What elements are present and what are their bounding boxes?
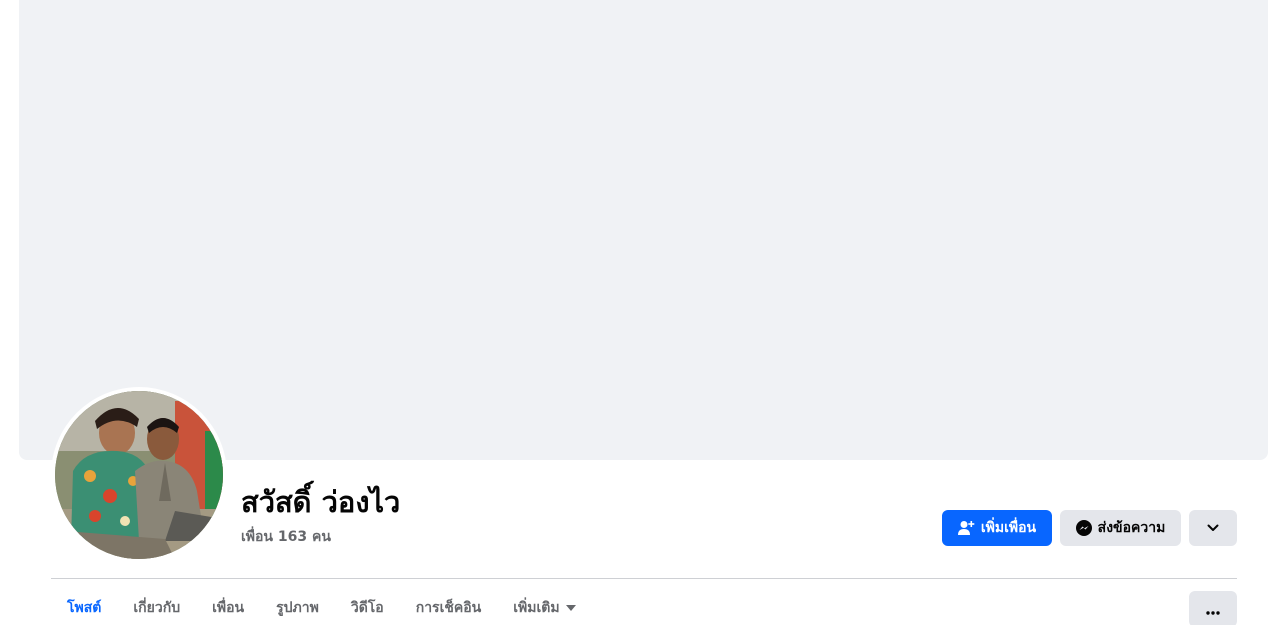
tab-videos[interactable]: วิดีโอ (335, 590, 400, 625)
header-divider (51, 578, 1237, 579)
tab-label: การเช็คอิน (415, 600, 482, 616)
tab-about[interactable]: เกี่ยวกับ (117, 590, 196, 625)
tab-label: รูปภาพ (276, 600, 319, 616)
cover-photo[interactable] (19, 0, 1268, 460)
ellipsis-icon (1206, 600, 1220, 619)
tab-label: เพื่อน (212, 600, 245, 616)
tab-checkins[interactable]: การเช็คอิน (400, 590, 498, 625)
add-friend-icon (957, 520, 975, 536)
profile-picture[interactable] (55, 391, 223, 559)
send-message-button[interactable]: ส่งข้อความ (1060, 510, 1181, 546)
profile-photo-image (55, 391, 223, 559)
tab-label: เพิ่มเติม (513, 600, 560, 616)
tab-photos[interactable]: รูปภาพ (260, 590, 335, 625)
tab-friends[interactable]: เพื่อน (196, 590, 260, 625)
messenger-icon (1075, 520, 1092, 536)
profile-page: สวัสดิ์ ว่องไว เพื่อน 163 คน เพิ่มเพื่อน… (0, 0, 1271, 625)
friends-count-link[interactable]: เพื่อน 163 คน (241, 527, 331, 547)
add-friend-label: เพิ่มเพื่อน (980, 520, 1037, 536)
profile-tabs: โพสต์ เกี่ยวกับ เพื่อน รูปภาพ วิดีโอ การ… (51, 590, 592, 625)
caret-down-icon (565, 605, 576, 611)
tabs-overflow-button[interactable] (1189, 591, 1237, 625)
tab-label: เกี่ยวกับ (133, 600, 181, 616)
profile-name: สวัสดิ์ ว่องไว (241, 485, 401, 519)
profile-picture-frame[interactable] (51, 387, 227, 563)
add-friend-button[interactable]: เพิ่มเพื่อน (942, 510, 1052, 546)
more-options-button[interactable] (1189, 510, 1237, 546)
tab-posts[interactable]: โพสต์ (51, 590, 117, 625)
tab-label: วิดีโอ (350, 600, 384, 616)
chevron-down-icon (1207, 524, 1219, 532)
tab-more[interactable]: เพิ่มเติม (497, 590, 591, 625)
tab-label: โพสต์ (67, 600, 102, 616)
send-message-label: ส่งข้อความ (1097, 520, 1166, 536)
